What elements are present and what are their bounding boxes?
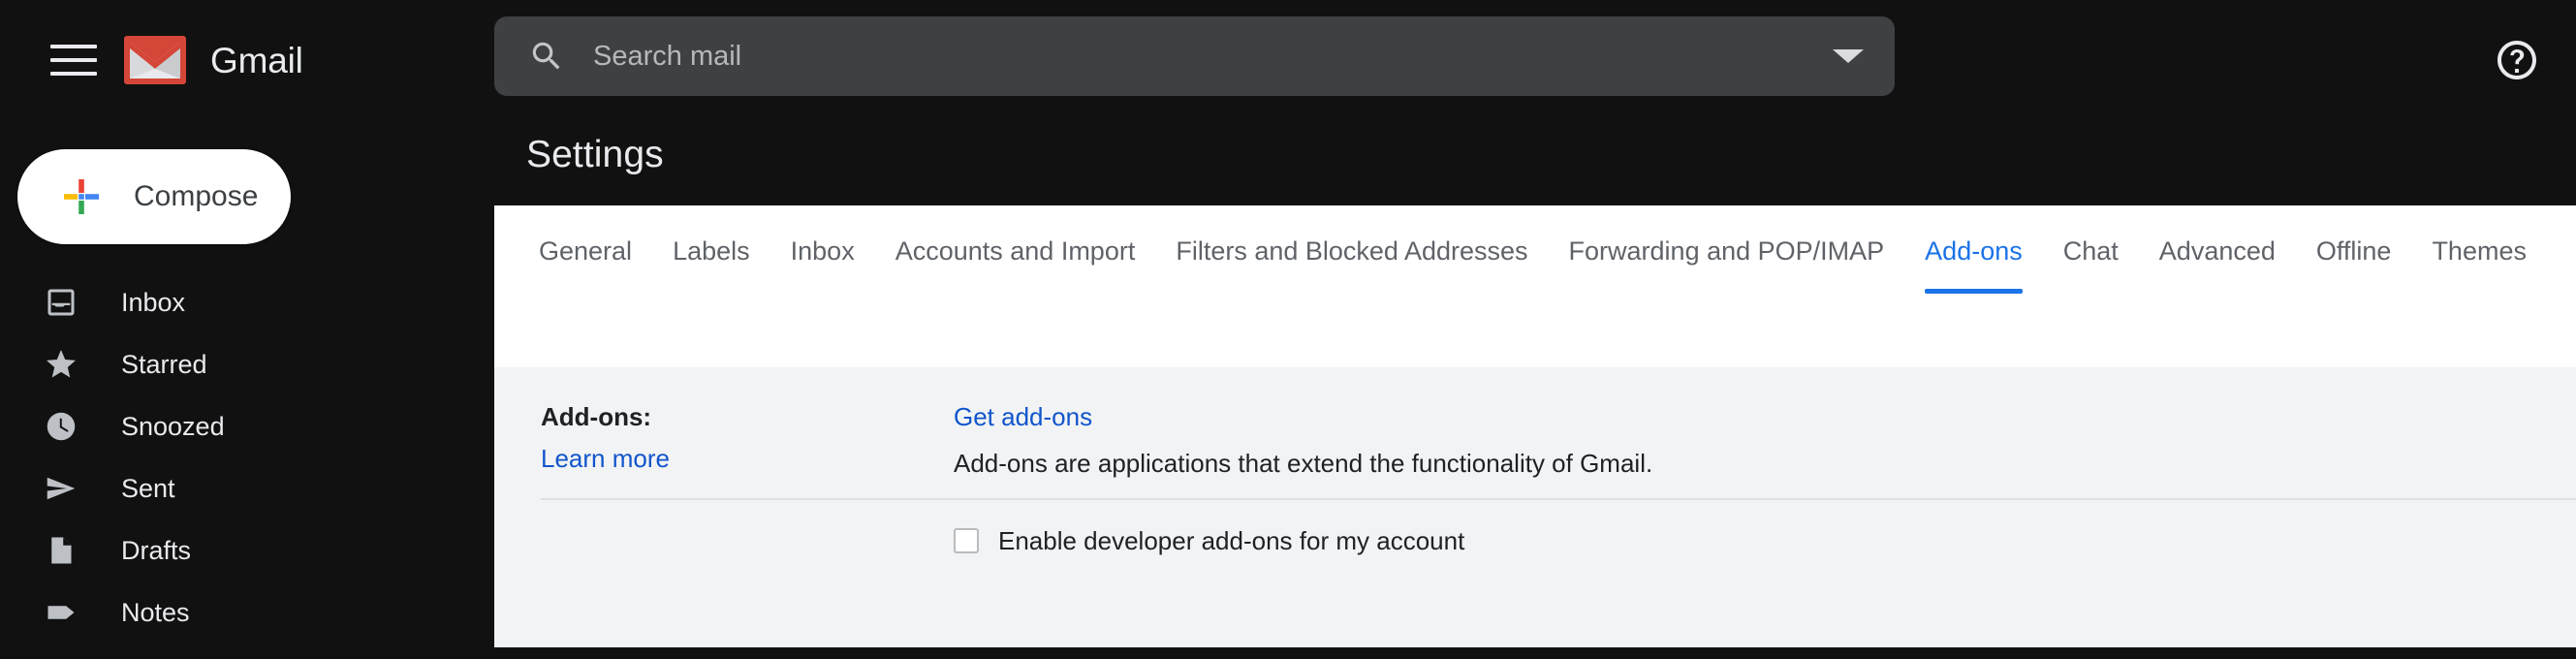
tab-advanced[interactable]: Advanced (2159, 205, 2276, 294)
tab-filters-and-blocked-addresses[interactable]: Filters and Blocked Addresses (1176, 205, 1527, 294)
help-question-circle-icon (2497, 41, 2536, 79)
send-paper-plane-icon (39, 466, 83, 511)
sidebar-item-notes[interactable]: Notes (0, 581, 494, 643)
clock-icon (39, 404, 83, 449)
tab-inbox[interactable]: Inbox (791, 205, 855, 294)
help-button[interactable] (2494, 37, 2540, 83)
sidebar-item-label: Notes (121, 597, 190, 627)
sidebar: Compose Inbox Starred Snoozed Sent Draft… (0, 118, 494, 659)
sidebar-item-snoozed[interactable]: Snoozed (0, 395, 494, 457)
developer-addons-row: Enable developer add-ons for my account (494, 528, 2576, 553)
chevron-down-icon (1833, 49, 1864, 63)
compose-button[interactable]: Compose (17, 149, 291, 244)
search-bar[interactable] (494, 16, 1895, 96)
gmail-envelope-logo (124, 36, 186, 84)
search-options-button[interactable] (1802, 16, 1895, 96)
top-app-bar: Gmail (0, 0, 2576, 118)
inbox-icon (39, 280, 83, 325)
sidebar-item-inbox[interactable]: Inbox (0, 271, 494, 333)
get-add-ons-link[interactable]: Get add-ons (954, 404, 1092, 429)
sidebar-nav-list: Inbox Starred Snoozed Sent Drafts Notes (0, 271, 494, 643)
enable-developer-addons-checkbox[interactable] (954, 528, 979, 553)
tab-forwarding-and-pop-imap[interactable]: Forwarding and POP/IMAP (1569, 205, 1885, 294)
plus-icon (64, 179, 99, 214)
sidebar-item-label: Inbox (121, 287, 186, 317)
search-input[interactable] (593, 40, 1802, 73)
gmail-brand[interactable]: Gmail (124, 25, 303, 95)
settings-panel: General Labels Inbox Accounts and Import… (494, 205, 2576, 647)
gmail-settings-screen: Gmail Compose (0, 0, 2576, 659)
section-divider (541, 498, 2576, 500)
compose-label: Compose (134, 180, 259, 212)
hamburger-line (50, 58, 97, 62)
hamburger-line (50, 45, 97, 48)
learn-more-link[interactable]: Learn more (541, 446, 940, 471)
addons-label: Add-ons: (541, 402, 652, 431)
document-icon (39, 528, 83, 573)
brand-name: Gmail (210, 40, 303, 80)
hamburger-line (50, 72, 97, 76)
tab-offline[interactable]: Offline (2316, 205, 2392, 294)
settings-tab-bar: General Labels Inbox Accounts and Import… (494, 205, 2576, 294)
addons-row: Add-ons: Learn more Get add-ons Add-ons … (494, 367, 2576, 479)
tab-add-ons[interactable]: Add-ons (1925, 205, 2023, 294)
sidebar-item-label: Sent (121, 473, 175, 503)
addons-row-label: Add-ons: Learn more (494, 404, 940, 471)
search-icon (532, 42, 560, 70)
enable-developer-addons-label[interactable]: Enable developer add-ons for my account (998, 528, 1464, 553)
sidebar-item-sent[interactable]: Sent (0, 457, 494, 519)
addons-description: Add-ons are applications that extend the… (954, 449, 1653, 478)
sidebar-item-label: Drafts (121, 535, 192, 565)
star-icon (39, 342, 83, 387)
tab-labels[interactable]: Labels (673, 205, 750, 294)
tab-accounts-and-import[interactable]: Accounts and Import (895, 205, 1136, 294)
sidebar-item-starred[interactable]: Starred (0, 333, 494, 395)
hamburger-menu-icon[interactable] (43, 37, 107, 83)
sidebar-item-label: Starred (121, 349, 207, 379)
addons-row-content: Get add-ons Add-ons are applications tha… (940, 404, 2576, 479)
tab-chat[interactable]: Chat (2063, 205, 2119, 294)
page-title: Settings (526, 134, 664, 175)
settings-content: Add-ons: Learn more Get add-ons Add-ons … (494, 367, 2576, 647)
tab-themes[interactable]: Themes (2432, 205, 2527, 294)
sidebar-item-drafts[interactable]: Drafts (0, 519, 494, 581)
sidebar-item-label: Snoozed (121, 411, 225, 441)
label-tag-icon (39, 590, 83, 635)
tab-general[interactable]: General (539, 205, 632, 294)
